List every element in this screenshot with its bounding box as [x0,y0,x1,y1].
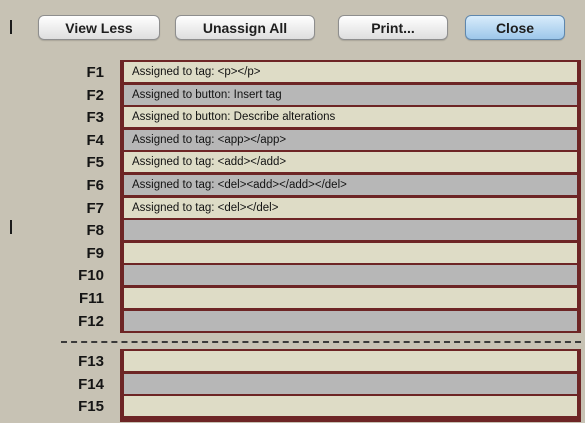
assignment-row[interactable]: Assigned to tag: <del></del> [124,197,577,218]
close-button[interactable]: Close [465,15,565,40]
function-key-label: F14 [78,375,104,393]
assignment-text: Assigned to button: Describe alterations [132,111,336,124]
function-key-label: F1 [86,64,104,81]
assignment-row[interactable] [124,288,577,308]
assignment-panel-2 [120,349,581,422]
assignment-row[interactable] [124,351,577,371]
function-key-label: F7 [86,199,104,217]
function-key-label: F9 [86,244,104,262]
assignment-text: Assigned to tag: <del></del> [132,201,279,214]
assignment-row[interactable]: Assigned to tag: <add></add> [124,152,577,173]
assignment-text: Assigned to tag: <app></app> [132,133,287,146]
function-key-label: F3 [86,109,104,127]
group-separator [61,341,581,343]
toolbar: View Less Unassign All Print... Close [0,0,585,50]
assignment-row[interactable]: Assigned to button: Insert tag [124,84,577,105]
function-key-label: F6 [86,177,104,194]
assignment-panel-1: Assigned to tag: <p></p> Assigned to butt… [120,60,581,333]
function-key-window: View Less Unassign All Print... Close F1… [0,0,585,423]
function-key-label: F10 [78,267,104,285]
assignment-row[interactable] [124,265,577,286]
function-key-label: F4 [86,131,104,149]
unassign-all-button[interactable]: Unassign All [175,15,315,40]
assignment-row[interactable]: Assigned to tag: <p></p> [124,62,577,82]
view-less-button[interactable]: View Less [38,15,160,40]
assignment-text: Assigned to tag: <p></p> [132,66,261,78]
assignment-row[interactable] [124,373,577,394]
function-key-label: F2 [86,86,104,104]
assignment-row[interactable]: Assigned to tag: <del><add></add></del> [124,175,577,195]
assignment-row[interactable] [124,310,577,331]
print-button[interactable]: Print... [338,15,448,40]
assignment-text: Assigned to tag: <del><add></add></del> [132,179,347,191]
function-key-label: F11 [78,290,104,307]
function-key-label: F13 [78,353,104,370]
assignment-row[interactable] [124,396,577,417]
function-key-label: F12 [78,312,104,330]
assignment-text: Assigned to button: Insert tag [132,88,282,101]
assignment-row[interactable]: Assigned to tag: <app></app> [124,129,577,150]
assignment-row[interactable] [124,220,577,241]
assignment-text: Assigned to tag: <add></add> [132,156,287,169]
function-key-label: F15 [78,398,104,416]
assignment-row[interactable] [124,242,577,263]
function-key-label: F5 [86,154,104,172]
assignment-row[interactable]: Assigned to button: Describe alterations [124,107,577,128]
function-key-label: F8 [86,222,104,240]
